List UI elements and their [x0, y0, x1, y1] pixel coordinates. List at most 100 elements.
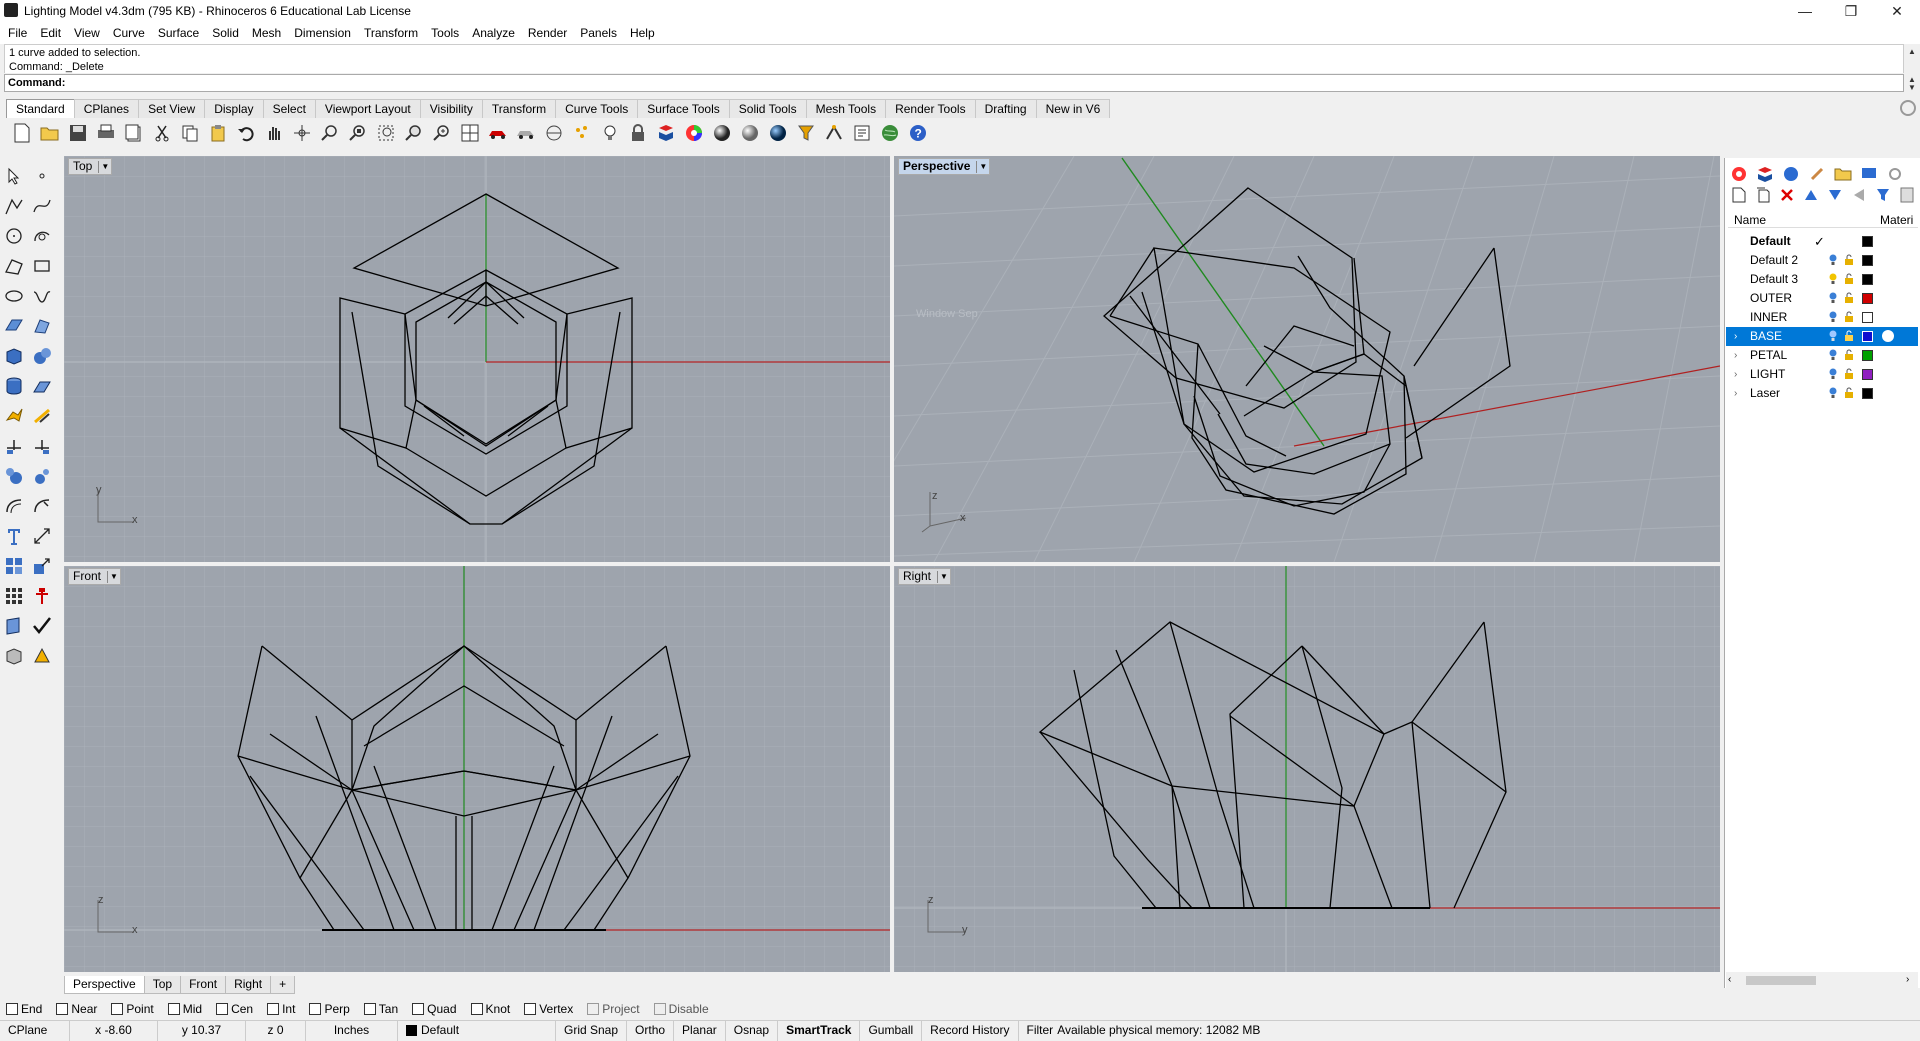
- tab-mesh-tools[interactable]: Mesh Tools: [805, 99, 887, 118]
- layer-row[interactable]: Default ✓: [1726, 232, 1918, 251]
- material-ball-icon[interactable]: [1882, 330, 1894, 342]
- menu-transform[interactable]: Transform: [364, 26, 418, 40]
- menu-view[interactable]: View: [74, 26, 100, 40]
- layer-color-swatch[interactable]: [1862, 350, 1873, 361]
- menu-file[interactable]: File: [8, 26, 27, 40]
- checkbox[interactable]: [524, 1003, 537, 1015]
- viewport-right[interactable]: Right ▼ z y: [894, 566, 1720, 972]
- lightbulb-icon[interactable]: [1828, 330, 1838, 342]
- viewport-tab-front[interactable]: Front: [180, 976, 227, 994]
- column-name[interactable]: Name: [1734, 213, 1766, 227]
- fillet-icon[interactable]: [2, 464, 26, 488]
- perspective-view-canvas[interactable]: [894, 156, 1720, 562]
- unlock-icon[interactable]: [1844, 330, 1854, 342]
- tab-new-in-v6[interactable]: New in V6: [1035, 99, 1111, 118]
- status-osnap[interactable]: Osnap: [726, 1020, 779, 1041]
- tab-set-view[interactable]: Set View: [138, 99, 206, 118]
- checkbox[interactable]: [470, 1003, 483, 1015]
- minimize-button[interactable]: —: [1782, 0, 1828, 22]
- viewport-tab-right[interactable]: Right: [225, 976, 272, 994]
- properties-tab-icon[interactable]: [1728, 164, 1750, 184]
- layer-color-swatch[interactable]: [1862, 236, 1873, 247]
- osnap-near[interactable]: Near: [56, 1002, 97, 1016]
- ellipse-icon[interactable]: [2, 284, 26, 308]
- scroll-right-icon[interactable]: ›: [1906, 974, 1909, 985]
- tab-select[interactable]: Select: [262, 99, 316, 118]
- checkbox[interactable]: [6, 1003, 18, 1015]
- offset-icon[interactable]: [2, 494, 26, 518]
- tab-viewport-layout[interactable]: Viewport Layout: [314, 99, 421, 118]
- viewport-front-label[interactable]: Front ▼: [68, 568, 122, 585]
- color-wheel-icon[interactable]: [682, 121, 706, 145]
- tab-render-tools[interactable]: Render Tools: [885, 99, 976, 118]
- lights-tab-icon[interactable]: [1806, 164, 1828, 184]
- status-planar[interactable]: Planar: [674, 1020, 726, 1041]
- new-file-icon[interactable]: [10, 121, 34, 145]
- filter-icon[interactable]: [1874, 186, 1892, 204]
- extrude-icon[interactable]: [30, 374, 54, 398]
- unlock-icon[interactable]: [1844, 387, 1854, 399]
- delete-icon[interactable]: [1778, 186, 1796, 204]
- checkbox[interactable]: [587, 1003, 600, 1015]
- zoom-selected-icon[interactable]: [402, 121, 426, 145]
- tools-icon[interactable]: [1898, 186, 1916, 204]
- point-cloud-icon[interactable]: [570, 121, 594, 145]
- four-viewports-icon[interactable]: [458, 121, 482, 145]
- globe-icon[interactable]: [878, 121, 902, 145]
- zoom-icon[interactable]: [318, 121, 342, 145]
- point-icon[interactable]: [30, 164, 54, 188]
- chevron-down-icon[interactable]: ▼: [937, 570, 948, 583]
- unlock-icon[interactable]: [1844, 254, 1854, 266]
- front-view-canvas[interactable]: [64, 566, 890, 972]
- circle-icon[interactable]: [2, 224, 26, 248]
- chamfer-icon[interactable]: [30, 494, 54, 518]
- layer-color-swatch[interactable]: [1862, 388, 1873, 399]
- menu-edit[interactable]: Edit: [40, 26, 61, 40]
- cylinder-icon[interactable]: [2, 374, 26, 398]
- chevron-down-icon[interactable]: ▼: [976, 160, 987, 173]
- add-viewport-tab[interactable]: +: [270, 976, 296, 994]
- edit-icon[interactable]: [2, 614, 26, 638]
- text-icon[interactable]: [2, 524, 26, 548]
- checkbox[interactable]: [56, 1003, 69, 1015]
- arc-icon[interactable]: [30, 224, 54, 248]
- scrollbar-thumb[interactable]: [1746, 976, 1816, 985]
- tab-cplanes[interactable]: CPlanes: [73, 99, 140, 118]
- trim-icon[interactable]: [2, 434, 26, 458]
- layer-color-swatch[interactable]: [1862, 274, 1873, 285]
- osnap-mid[interactable]: Mid: [167, 1002, 202, 1016]
- layers-tab-icon[interactable]: [1754, 164, 1776, 184]
- array-icon[interactable]: [2, 554, 26, 578]
- polyline-icon[interactable]: [2, 194, 26, 218]
- dimension-icon[interactable]: [30, 524, 54, 548]
- layer-row-selected[interactable]: › BASE: [1726, 327, 1918, 346]
- checkbox[interactable]: [111, 1003, 124, 1015]
- move-left-icon[interactable]: [1850, 186, 1868, 204]
- zoom-window-icon[interactable]: [346, 121, 370, 145]
- render-tool-icon[interactable]: [30, 644, 54, 668]
- layer-row[interactable]: › Laser: [1726, 384, 1918, 403]
- grid-array-icon[interactable]: [2, 584, 26, 608]
- right-view-canvas[interactable]: [894, 566, 1720, 972]
- tab-visibility[interactable]: Visibility: [419, 99, 483, 118]
- layer-row[interactable]: OUTER: [1726, 289, 1918, 308]
- scroll-left-icon[interactable]: ‹: [1728, 974, 1731, 985]
- viewport-perspective[interactable]: Window Sep Perspective ▼ z x: [894, 156, 1720, 562]
- blue-sphere-icon[interactable]: [766, 121, 790, 145]
- render-sphere-icon[interactable]: [738, 121, 762, 145]
- script-icon[interactable]: [850, 121, 874, 145]
- tab-display[interactable]: Display: [204, 99, 264, 118]
- lightbulb-icon[interactable]: [1828, 349, 1838, 361]
- lightbulb-icon[interactable]: [1828, 368, 1838, 380]
- viewport-tab-perspective[interactable]: Perspective: [64, 976, 145, 994]
- scroll-down-icon[interactable]: ▼: [1906, 83, 1918, 95]
- open-file-icon[interactable]: [38, 121, 62, 145]
- viewport-right-label[interactable]: Right ▼: [898, 568, 952, 585]
- undo-icon[interactable]: [234, 121, 258, 145]
- lightbulb-icon[interactable]: [1828, 387, 1838, 399]
- paste-icon[interactable]: [206, 121, 230, 145]
- checkbox[interactable]: [309, 1003, 322, 1015]
- unlock-icon[interactable]: [1844, 273, 1854, 285]
- tab-solid-tools[interactable]: Solid Tools: [728, 99, 807, 118]
- rectangle-icon[interactable]: [2, 254, 26, 278]
